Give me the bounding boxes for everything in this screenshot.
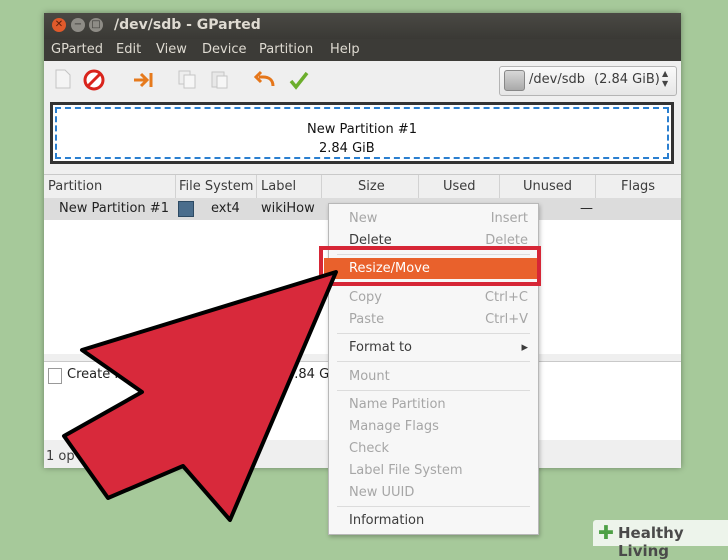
pointer-arrow-icon	[62, 270, 338, 522]
watermark: ✚ Healthy Living	[593, 520, 728, 560]
watermark-text: Healthy Living	[618, 524, 684, 560]
health-cross-icon: ✚	[598, 522, 614, 544]
